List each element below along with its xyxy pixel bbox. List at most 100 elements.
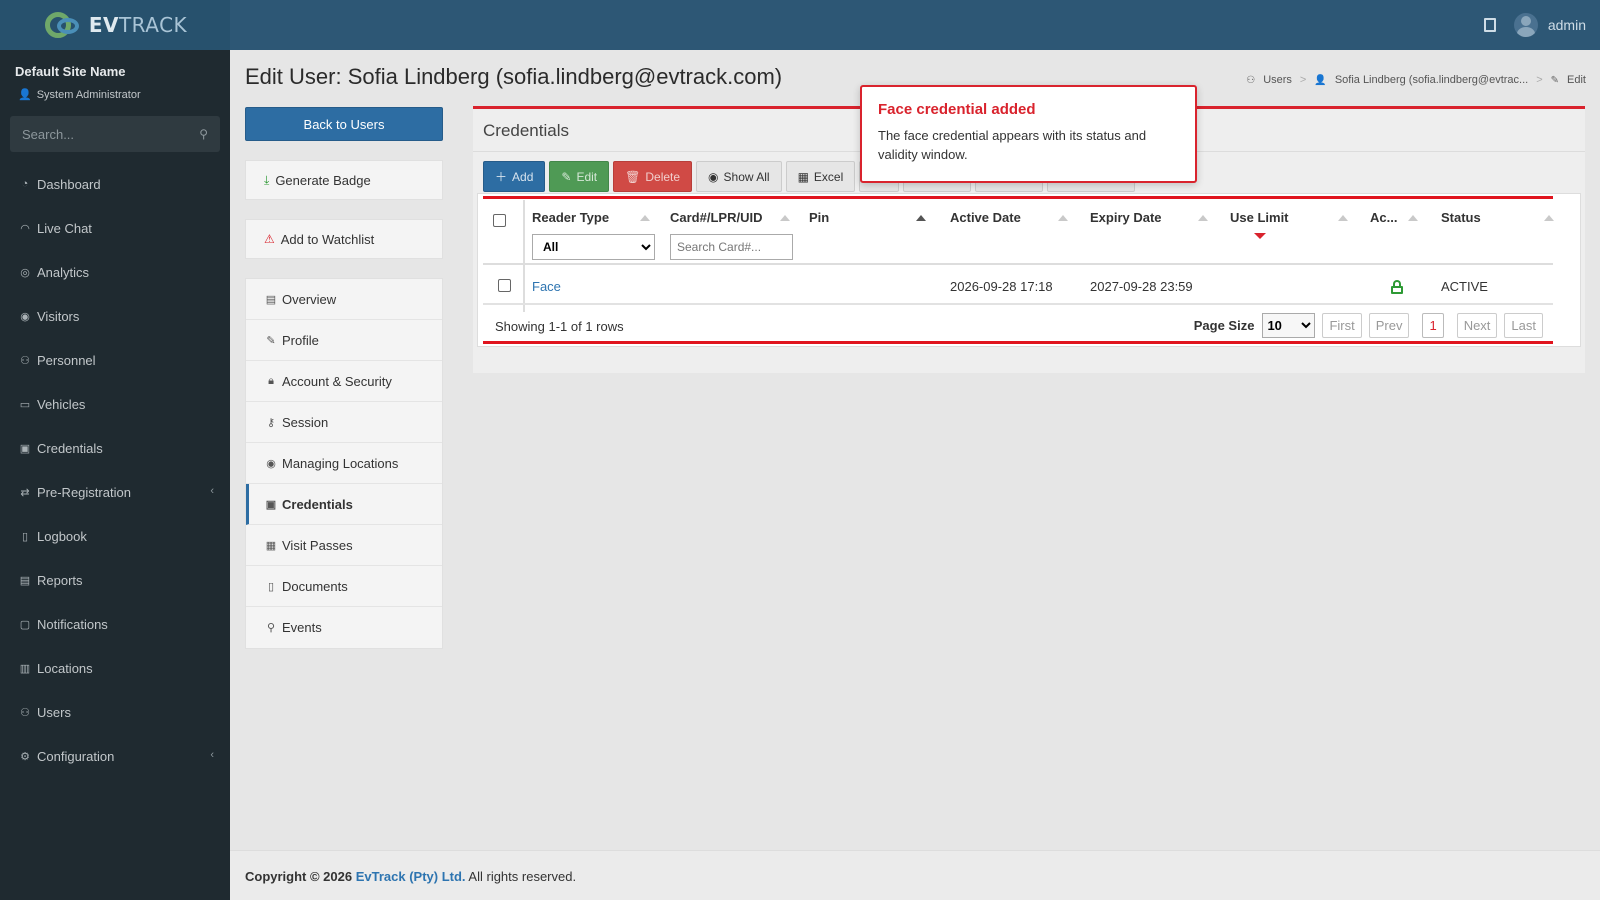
list-icon: ▤: [265, 293, 277, 306]
sidebar-item-notifications[interactable]: ▢ Notifications: [0, 602, 230, 646]
breadcrumb-user[interactable]: Sofia Lindberg (sofia.lindberg@evtrac...: [1335, 74, 1528, 86]
table-header: Reader Type All Card#/LPR/UID Pin Active…: [483, 200, 1554, 312]
users-icon: ⚇: [1246, 74, 1256, 86]
excel-button[interactable]: ▦ Excel: [785, 161, 856, 192]
menu-item-managing-locations[interactable]: ◉ Managing Locations: [246, 443, 442, 484]
chat-icon: ▢: [19, 618, 31, 631]
key-icon: ⚷: [266, 416, 276, 429]
page-size-select[interactable]: 10: [1262, 313, 1316, 338]
sort-icon[interactable]: [780, 215, 790, 221]
page-size-label: Page Size: [1193, 318, 1255, 333]
sidebar-item-locations[interactable]: ▥ Locations: [0, 646, 230, 690]
add-to-watchlist-button[interactable]: ⚠ Add to Watchlist: [245, 219, 443, 259]
company-link[interactable]: EvTrack (Pty) Ltd.: [356, 869, 466, 884]
highlight-line: [483, 341, 1553, 344]
top-bar: EVTRACK admin: [0, 0, 1600, 50]
sidebar-item-logbook[interactable]: ▯ Logbook: [0, 514, 230, 558]
row-checkbox[interactable]: [498, 279, 511, 292]
book-icon[interactable]: [1483, 18, 1496, 32]
pencil-icon: ✎: [266, 334, 276, 347]
menu-item-events[interactable]: ⚲ Events: [246, 607, 442, 648]
col-active-date[interactable]: Active Date: [950, 210, 1021, 225]
sort-icon[interactable]: [1544, 215, 1554, 221]
menu-item-visit-passes[interactable]: ▦ Visit Passes: [246, 525, 442, 566]
menu-item-profile[interactable]: ✎ Profile: [246, 320, 442, 361]
id-card-icon: ▣: [265, 498, 277, 511]
add-button[interactable]: ＋ Add: [483, 161, 546, 192]
sidebar-item-visitors[interactable]: ◉ Visitors: [0, 294, 230, 338]
gear-icon: ⚙: [20, 750, 30, 763]
sidebar-item-reports[interactable]: ▤ Reports: [0, 558, 230, 602]
book-icon: ▯: [21, 530, 29, 543]
target-icon: ◎: [20, 266, 30, 279]
sidebar: Default Site Name 👤 System Administrator …: [0, 50, 230, 900]
sidebar-item-credentials[interactable]: ▣ Credentials: [0, 426, 230, 470]
person-walking-icon: ⚲: [266, 622, 276, 634]
show-all-button[interactable]: ◉ Show All: [696, 161, 782, 192]
sort-icon[interactable]: [640, 215, 650, 221]
table-row[interactable]: Face 2026-09-28 17:18 2027-09-28 23:59 A…: [483, 267, 1553, 305]
current-page-button[interactable]: 1: [1422, 313, 1444, 338]
unlock-icon: [1391, 280, 1403, 294]
avatar: [1513, 13, 1538, 37]
menu-item-account-security[interactable]: 🔒︎ Account & Security: [246, 361, 442, 402]
prev-page-button[interactable]: Prev: [1368, 313, 1410, 338]
sidebar-item-live-chat[interactable]: ◠ Live Chat: [0, 206, 230, 250]
lock-icon: 🔒︎: [268, 374, 274, 387]
tour-tooltip: Face credential added The face credentia…: [860, 85, 1197, 183]
sidebar-item-pre-registration[interactable]: ⇄ Pre-Registration ‹: [0, 470, 230, 514]
chart-icon: ▤: [19, 574, 31, 587]
map-pin-icon: ◉: [266, 457, 276, 470]
username: admin: [1547, 17, 1586, 33]
first-page-button[interactable]: First: [1322, 313, 1362, 338]
menu-item-session[interactable]: ⚷ Session: [246, 402, 442, 443]
reader-type-cell[interactable]: Face: [532, 279, 561, 294]
sort-icon[interactable]: [1408, 215, 1418, 221]
sort-icon[interactable]: [1058, 215, 1068, 221]
sort-icon[interactable]: [1198, 215, 1208, 221]
page-title: Edit User: Sofia Lindberg (sofia.lindber…: [245, 64, 783, 89]
back-to-users-button[interactable]: Back to Users: [245, 107, 443, 141]
trash-icon: 🗑︎: [625, 169, 641, 184]
select-all-checkbox[interactable]: [493, 214, 506, 227]
user-section-menu: ▤ Overview ✎ Profile 🔒︎ Account & Security …: [245, 278, 443, 649]
search-icon[interactable]: ⚲: [199, 127, 208, 141]
edit-button[interactable]: ✎ Edit: [549, 161, 610, 192]
sidebar-item-users[interactable]: ⚇ Users: [0, 690, 230, 734]
last-page-button[interactable]: Last: [1504, 313, 1543, 338]
col-reader-type[interactable]: Reader Type: [532, 210, 609, 225]
reader-type-filter[interactable]: All: [532, 234, 655, 260]
sidebar-item-dashboard[interactable]: ◔ Dashboard: [0, 162, 230, 206]
breadcrumb-separator: >: [1536, 74, 1543, 86]
logo-mark-icon: [43, 10, 83, 40]
sidebar-item-analytics[interactable]: ◎ Analytics: [0, 250, 230, 294]
col-status[interactable]: Status: [1441, 210, 1481, 225]
eye-icon: ◉: [20, 310, 30, 323]
col-card[interactable]: Card#/LPR/UID: [670, 210, 762, 225]
sidebar-item-vehicles[interactable]: ▭ Vehicles: [0, 382, 230, 426]
col-access[interactable]: Ac...: [1370, 210, 1397, 225]
next-page-button[interactable]: Next: [1456, 313, 1498, 338]
sort-icon[interactable]: [1338, 215, 1348, 221]
sort-icon[interactable]: [916, 215, 926, 221]
menu-item-overview[interactable]: ▤ Overview: [246, 279, 442, 320]
menu-item-documents[interactable]: ▯ Documents: [246, 566, 442, 607]
col-pin[interactable]: Pin: [809, 210, 829, 225]
user-menu[interactable]: admin: [1513, 13, 1586, 37]
col-use-limit[interactable]: Use Limit: [1230, 210, 1289, 225]
table-footer: Showing 1-1 of 1 rows Page Size 10 First…: [483, 307, 1553, 345]
menu-item-credentials[interactable]: ▣ Credentials: [246, 484, 442, 525]
table-icon: ▦: [797, 169, 809, 184]
card-search-input[interactable]: [670, 234, 793, 260]
delete-button[interactable]: 🗑︎ Delete: [613, 161, 693, 192]
sidebar-item-configuration[interactable]: ⚙ Configuration ‹: [0, 734, 230, 778]
col-expiry-date[interactable]: Expiry Date: [1090, 210, 1162, 225]
sidebar-search-input[interactable]: [22, 126, 200, 142]
speedometer-icon: ◔: [21, 178, 29, 190]
breadcrumb: ⚇ Users > 👤 Sofia Lindberg (sofia.lindbe…: [1246, 74, 1586, 86]
status-cell: ACTIVE: [1441, 279, 1488, 294]
breadcrumb-users[interactable]: Users: [1263, 74, 1292, 86]
logo[interactable]: EVTRACK: [0, 0, 230, 50]
sidebar-item-personnel[interactable]: ⚇ Personnel: [0, 338, 230, 382]
generate-badge-button[interactable]: ⤓ Generate Badge: [245, 160, 443, 200]
